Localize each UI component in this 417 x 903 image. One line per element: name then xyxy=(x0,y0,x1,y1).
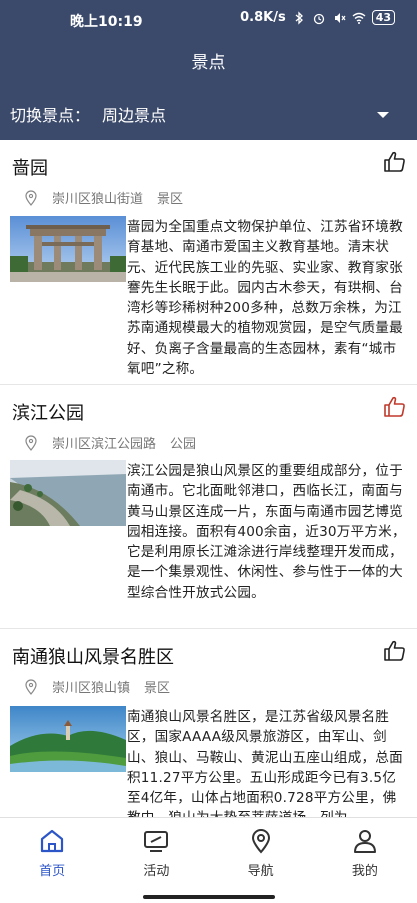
thumbs-up-icon[interactable] xyxy=(383,395,407,419)
spot-photo[interactable] xyxy=(10,460,126,526)
status-time: 晚上10:19 xyxy=(70,14,143,30)
spot-card-langshan[interactable]: 南通狼山风景名胜区 崇川区狼山镇 景区 南通狼山风景名胜区，是江苏省级风景名胜区… xyxy=(0,629,417,817)
thumbs-up-icon[interactable] xyxy=(383,639,407,663)
page-title: 景点 xyxy=(191,53,226,73)
location-pin-icon xyxy=(25,678,37,695)
profile-icon xyxy=(353,830,376,853)
spot-description: 啬园为全国重点文物保护单位、江苏省环境教育基地、南通市爱国主义教育基地。清末状元… xyxy=(127,219,403,378)
tab-profile[interactable]: 我的 xyxy=(313,818,417,885)
spot-district: 崇川区狼山镇 xyxy=(52,681,131,696)
tab-label: 首页 xyxy=(39,864,66,879)
wifi-icon xyxy=(352,12,366,24)
home-icon xyxy=(41,829,64,853)
spot-category: 公园 xyxy=(170,437,197,452)
home-indicator[interactable] xyxy=(143,895,275,899)
chevron-down-icon[interactable] xyxy=(377,112,389,118)
network-speed: 0.8K/s xyxy=(240,10,286,25)
battery-level: 43 xyxy=(371,10,395,25)
tab-label: 我的 xyxy=(351,864,378,879)
spot-meta: 崇川区狼山街道 景区 xyxy=(24,188,183,207)
spot-list[interactable]: 啬园 崇川区狼山街道 景区 啬园为全国重点文物保护单位、江苏省环境教育基地、南通… xyxy=(0,140,417,817)
bluetooth-icon xyxy=(295,10,303,25)
spot-district: 崇川区滨江公园路 xyxy=(52,437,157,452)
tab-label: 活动 xyxy=(143,864,170,879)
status-indicators: 0.8K/s 43 xyxy=(240,10,395,25)
switcher-label: 切换景点： xyxy=(10,106,91,125)
spot-name: 滨江公园 xyxy=(12,403,84,424)
spot-card-binjiang-park[interactable]: 滨江公园 崇川区滨江公园路 公园 滨江公园是狼山风景区的重要组成部分，位于南通市… xyxy=(0,385,417,629)
spot-switcher[interactable]: 切换景点： 周边景点 xyxy=(0,88,417,140)
spot-category: 景区 xyxy=(157,192,184,207)
system-nav-bar xyxy=(0,885,417,903)
spot-category: 景区 xyxy=(144,681,171,696)
spot-name: 啬园 xyxy=(12,158,48,179)
spot-photo[interactable] xyxy=(10,216,126,282)
tab-label: 导航 xyxy=(247,864,274,879)
activity-icon xyxy=(144,831,169,852)
spot-district: 崇川区狼山街道 xyxy=(52,192,144,207)
spot-description: 南通狼山风景名胜区，是江苏省级风景名胜区，国家AAAA级风景旅游区，由军山、剑山… xyxy=(127,709,403,817)
switcher-value: 周边景点 xyxy=(102,106,167,125)
alarm-icon xyxy=(313,13,324,24)
navigation-icon xyxy=(251,829,270,854)
spot-name: 南通狼山风景名胜区 xyxy=(12,647,174,668)
location-pin-icon xyxy=(25,189,37,206)
status-bar: 晚上10:19 0.8K/s 43 xyxy=(0,0,417,38)
spot-description: 滨江公园是狼山风景区的重要组成部分，位于南通市。它北面毗邻港口，西临长江，南面与… xyxy=(127,463,406,601)
thumbs-up-icon[interactable] xyxy=(383,150,407,174)
spot-card-seyuan[interactable]: 啬园 崇川区狼山街道 景区 啬园为全国重点文物保护单位、江苏省环境教育基地、南通… xyxy=(0,140,417,385)
tab-navigation[interactable]: 导航 xyxy=(209,818,313,885)
mute-icon xyxy=(334,12,346,23)
tab-home[interactable]: 首页 xyxy=(0,818,104,885)
spot-photo[interactable] xyxy=(10,706,126,772)
spot-meta: 崇川区滨江公园路 公园 xyxy=(24,433,196,452)
page-title-bar: 景点 xyxy=(0,38,417,88)
spot-meta: 崇川区狼山镇 景区 xyxy=(24,677,170,696)
bottom-tab-bar: 首页 活动 导航 我的 xyxy=(0,817,417,885)
location-pin-icon xyxy=(25,434,37,451)
tab-activity[interactable]: 活动 xyxy=(104,818,208,885)
